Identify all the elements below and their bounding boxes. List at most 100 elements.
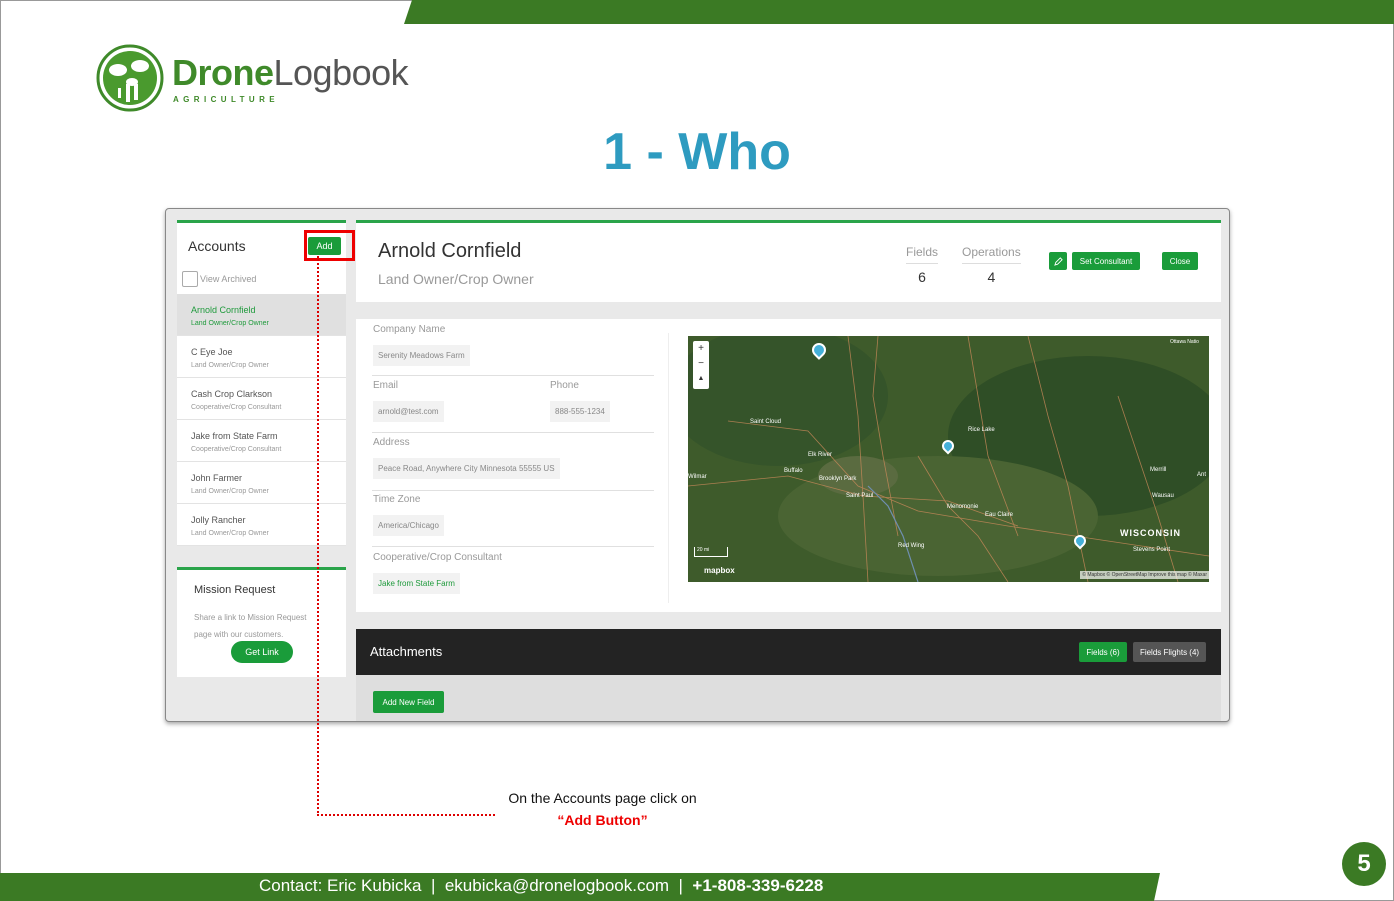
page-number: 5	[1342, 842, 1386, 886]
divider	[372, 490, 654, 491]
address-label: Address	[373, 437, 410, 448]
satellite-map-graphic	[688, 336, 1209, 582]
attachments-title: Attachments	[370, 644, 443, 659]
account-item[interactable]: C Eye Joe Land Owner/Crop Owner	[177, 336, 346, 378]
view-archived-toggle[interactable]: View Archived	[182, 271, 256, 287]
account-item[interactable]: Jake from State Farm Cooperative/Crop Con…	[177, 420, 346, 462]
address-field: Address Peace Road, Anywhere City Minnes…	[373, 437, 560, 479]
account-name-heading: Arnold Cornfield	[378, 240, 522, 262]
map-label: Elk River	[808, 452, 833, 458]
map-view[interactable]: + − ▲ Saint Cloud Elk River Buffalo Broo…	[688, 336, 1209, 582]
mapbox-logo[interactable]: mapbox	[704, 566, 735, 575]
footer-bar: Contact: Eric Kubicka | ekubicka@dronelo…	[0, 873, 1160, 901]
email-value: arnold@test.com	[373, 401, 444, 422]
set-consultant-button[interactable]: Set Consultant	[1072, 252, 1140, 270]
accounts-panel: Accounts Add View Archived Arnold Cornfi…	[177, 220, 355, 546]
pencil-icon	[1053, 256, 1063, 266]
account-role: Land Owner/Crop Owner	[191, 320, 269, 327]
map-scale: 20 mi	[694, 547, 728, 557]
account-name: C Eye Joe	[191, 347, 233, 357]
compass-icon[interactable]: ▲	[693, 371, 709, 386]
view-archived-checkbox[interactable]	[182, 271, 198, 287]
phone-value: 888-555-1234	[550, 401, 610, 422]
map-attribution[interactable]: © Mapbox © OpenStreetMap Improve this ma…	[1080, 571, 1209, 579]
app-screenshot: Accounts Add View Archived Arnold Cornfi…	[165, 208, 1230, 722]
operations-stat-value: 4	[987, 269, 996, 285]
contact-info: Contact: Eric Kubicka | ekubicka@dronelo…	[259, 876, 823, 896]
edit-account-button[interactable]	[1049, 252, 1067, 270]
address-value: Peace Road, Anywhere City Minnesota 5555…	[373, 458, 560, 479]
map-label: Menomonie	[947, 504, 979, 510]
annotation-dotted-line	[317, 256, 319, 816]
zoom-out-button[interactable]: −	[693, 356, 709, 371]
column-divider	[668, 333, 669, 603]
timezone-value: America/Chicago	[373, 515, 444, 536]
slide-title: 1 - Who	[603, 123, 791, 181]
fields-stat-value: 6	[918, 269, 926, 285]
instruction-highlight: “Add Button”	[557, 812, 648, 828]
map-label: Eau Claire	[985, 512, 1014, 518]
accounts-list: Arnold Cornfield Land Owner/Crop Owner C …	[177, 294, 346, 546]
close-button[interactable]: Close	[1162, 252, 1198, 270]
account-item[interactable]: Arnold Cornfield Land Owner/Crop Owner	[177, 294, 346, 336]
attachments-bar: Attachments Fields (6) Fields Flights (4…	[356, 629, 1221, 675]
instruction-line: On the Accounts page click on	[508, 790, 697, 806]
account-header: Arnold Cornfield Land Owner/Crop Owner F…	[356, 220, 1221, 302]
operations-stat-label: Operations	[962, 245, 1021, 264]
company-value: Serenity Meadows Farm	[373, 345, 470, 366]
account-item[interactable]: Cash Crop Clarkson Cooperative/Crop Consu…	[177, 378, 346, 420]
divider	[372, 375, 654, 376]
account-role-subheading: Land Owner/Crop Owner	[378, 271, 534, 287]
view-archived-label: View Archived	[200, 274, 257, 284]
map-label: Stevens Point	[1133, 547, 1171, 553]
map-label: Saint Cloud	[750, 419, 782, 425]
map-label: Ottawa Natio	[1170, 339, 1199, 345]
instruction-note: On the Accounts page click on “Add Butto…	[480, 787, 725, 831]
fields-stat-label: Fields	[906, 245, 939, 264]
account-role: Cooperative/Crop Consultant	[191, 404, 282, 411]
map-zoom-controls: + − ▲	[693, 341, 709, 389]
account-role: Land Owner/Crop Owner	[191, 488, 269, 495]
contact-email[interactable]: ekubicka@dronelogbook.com	[445, 876, 669, 895]
consultant-value[interactable]: Jake from State Farm	[373, 573, 460, 594]
contact-separator: |	[678, 876, 683, 895]
contact-name: Contact: Eric Kubicka	[259, 876, 422, 895]
phone-field: Phone 888-555-1234	[550, 380, 610, 422]
divider	[372, 432, 654, 433]
map-label: Rice Lake	[968, 427, 995, 433]
map-label: Ant	[1197, 472, 1207, 478]
account-name: Cash Crop Clarkson	[191, 389, 273, 399]
timezone-field: Time Zone America/Chicago	[373, 494, 444, 536]
account-name: Jake from State Farm	[191, 431, 278, 441]
map-label: Merrill	[1150, 467, 1167, 473]
account-role: Cooperative/Crop Consultant	[191, 446, 282, 453]
attachments-body: Add New Field	[356, 675, 1221, 721]
zoom-in-button[interactable]: +	[693, 341, 709, 356]
get-link-button[interactable]: Get Link	[231, 641, 293, 663]
account-item[interactable]: John Farmer Land Owner/Crop Owner	[177, 462, 346, 504]
timezone-label: Time Zone	[373, 494, 421, 505]
account-item[interactable]: Jolly Rancher Land Owner/Crop Owner	[177, 504, 346, 546]
map-label: WISCONSIN	[1120, 528, 1182, 538]
mission-request-title: Mission Request	[194, 584, 276, 596]
company-label: Company Name	[373, 324, 446, 335]
contact-phone[interactable]: +1-808-339-6228	[692, 876, 823, 895]
map-label: Brooklyn Park	[819, 476, 857, 482]
account-name: Jolly Rancher	[191, 515, 246, 525]
consultant-field: Cooperative/Crop Consultant Jake from St…	[373, 552, 502, 594]
operations-stat: Operations 4	[962, 245, 1021, 285]
field-flights-tab[interactable]: Fields Flights (4)	[1133, 642, 1206, 662]
email-field: Email arnold@test.com	[373, 380, 444, 422]
map-label: Buffalo	[784, 468, 803, 474]
phone-label: Phone	[550, 380, 579, 391]
add-new-field-button[interactable]: Add New Field	[373, 691, 444, 713]
account-name: Arnold Cornfield	[191, 305, 256, 315]
fields-tab[interactable]: Fields (6)	[1079, 642, 1127, 662]
email-label: Email	[373, 380, 399, 391]
mission-request-text: Share a link to Mission Request page wit…	[194, 613, 307, 639]
company-field: Company Name Serenity Meadows Farm	[373, 324, 470, 366]
logo-word-drone: Drone	[172, 52, 274, 93]
contact-separator: |	[430, 876, 436, 895]
map-label: Red Wing	[898, 543, 925, 549]
divider	[372, 546, 654, 547]
